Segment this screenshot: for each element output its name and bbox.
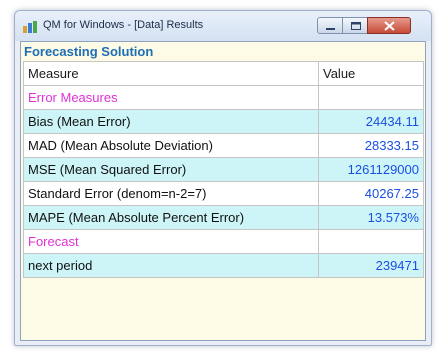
minimize-button[interactable] (317, 17, 343, 34)
table-header-row: Measure Value (23, 61, 424, 86)
table-cell-measure[interactable]: MAPE (Mean Absolute Percent Error) (23, 205, 319, 230)
table-cell-value[interactable]: 24434.11 (318, 109, 424, 134)
minimize-icon (326, 28, 335, 30)
table-cell-value[interactable]: 239471 (318, 253, 424, 278)
table-cell-value[interactable]: 28333.15 (318, 133, 424, 158)
table-cell-measure[interactable]: Error Measures (23, 85, 319, 110)
table-cell-value[interactable]: 13.573% (318, 205, 424, 230)
qm-app-icon (23, 20, 37, 33)
results-panel: Forecasting Solution Measure Value Error… (20, 41, 426, 341)
table-cell-value[interactable] (318, 85, 424, 110)
table-cell-measure[interactable]: MSE (Mean Squared Error) (23, 157, 319, 182)
window-title: QM for Windows - [Data] Results (43, 19, 204, 31)
close-button[interactable] (367, 17, 411, 34)
table-row: MAD (Mean Absolute Deviation) 28333.15 (23, 133, 424, 158)
table-row: MAPE (Mean Absolute Percent Error) 13.57… (23, 205, 424, 230)
table-row: Bias (Mean Error) 24434.11 (23, 109, 424, 134)
table-cell-measure[interactable]: MAD (Mean Absolute Deviation) (23, 133, 319, 158)
close-icon (384, 21, 395, 31)
table-cell-measure[interactable]: Standard Error (denom=n-2=7) (23, 181, 319, 206)
table-cell-measure[interactable]: next period (23, 253, 319, 278)
maximize-icon (351, 22, 361, 30)
table-row: Standard Error (denom=n-2=7) 40267.25 (23, 181, 424, 206)
title-bar[interactable]: QM for Windows - [Data] Results (15, 11, 431, 41)
table-cell-value[interactable] (318, 229, 424, 254)
table-row: MSE (Mean Squared Error) 1261129000 (23, 157, 424, 182)
column-header-measure[interactable]: Measure (23, 61, 319, 86)
table-cell-measure[interactable]: Forecast (23, 229, 319, 254)
section-row-error-measures: Error Measures (23, 85, 424, 110)
section-row-forecast: Forecast (23, 229, 424, 254)
table-row: next period 239471 (23, 253, 424, 278)
table-cell-value[interactable]: 1261129000 (318, 157, 424, 182)
results-window: QM for Windows - [Data] Results Forecast… (14, 10, 432, 346)
table-cell-value[interactable]: 40267.25 (318, 181, 424, 206)
table-cell-measure[interactable]: Bias (Mean Error) (23, 109, 319, 134)
maximize-button[interactable] (342, 17, 368, 34)
results-table: Measure Value Error Measures Bias (Mean … (23, 61, 424, 278)
solution-heading: Forecasting Solution (24, 44, 154, 59)
column-header-value[interactable]: Value (318, 61, 424, 86)
